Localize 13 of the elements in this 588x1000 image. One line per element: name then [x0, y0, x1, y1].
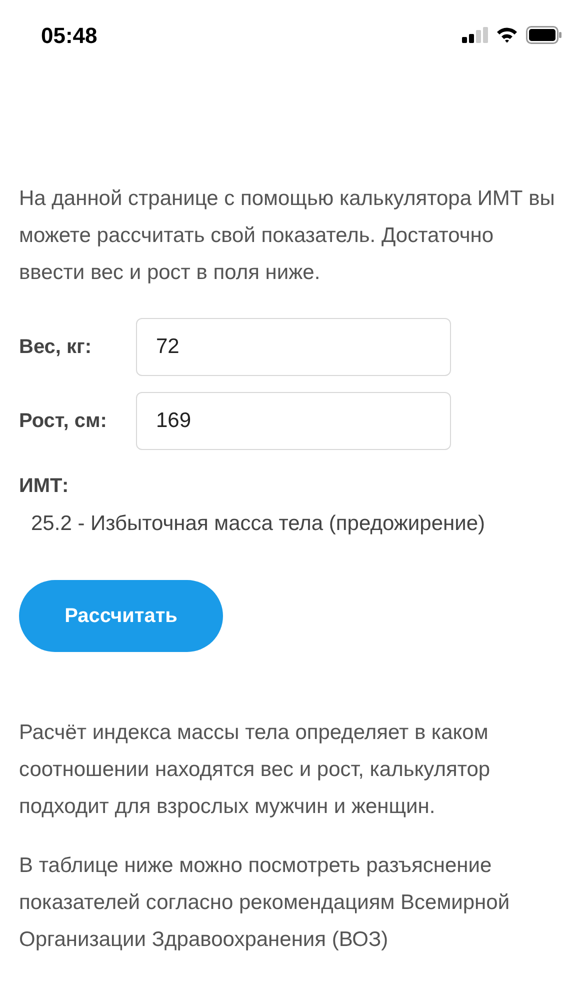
wifi-icon: [496, 27, 518, 43]
paragraph-text: В таблице ниже можно посмотреть разъяснение показателей согласно рекомендациям Всемирной Организации Здравоохранения (ВОЗ): [19, 853, 511, 953]
status-time: 05:48: [41, 22, 98, 50]
field-label: Вес, кг:: [19, 334, 93, 360]
intro-text: На данной странице с помощью калькулятора ИМТ вы можете рассчитать свой показатель. Достаточно ввести вес и рост в поля ниже.: [19, 186, 556, 286]
result-value: 25.2 - Избыточная масса тела (предожирение): [30, 511, 486, 537]
signal-icon: [462, 27, 488, 43]
battery-icon: [526, 26, 562, 44]
input-field[interactable]: 169: [136, 392, 451, 450]
result-label: ИМТ:: [19, 474, 70, 499]
paragraph-text: Расчёт индекса массы тела определяет в каком соотношении находятся вес и рост, калькулятор подходит для взрослых мужчин и женщин.: [19, 720, 492, 820]
field-label: Рост, см:: [19, 408, 108, 434]
input-field[interactable]: 72: [136, 318, 451, 376]
